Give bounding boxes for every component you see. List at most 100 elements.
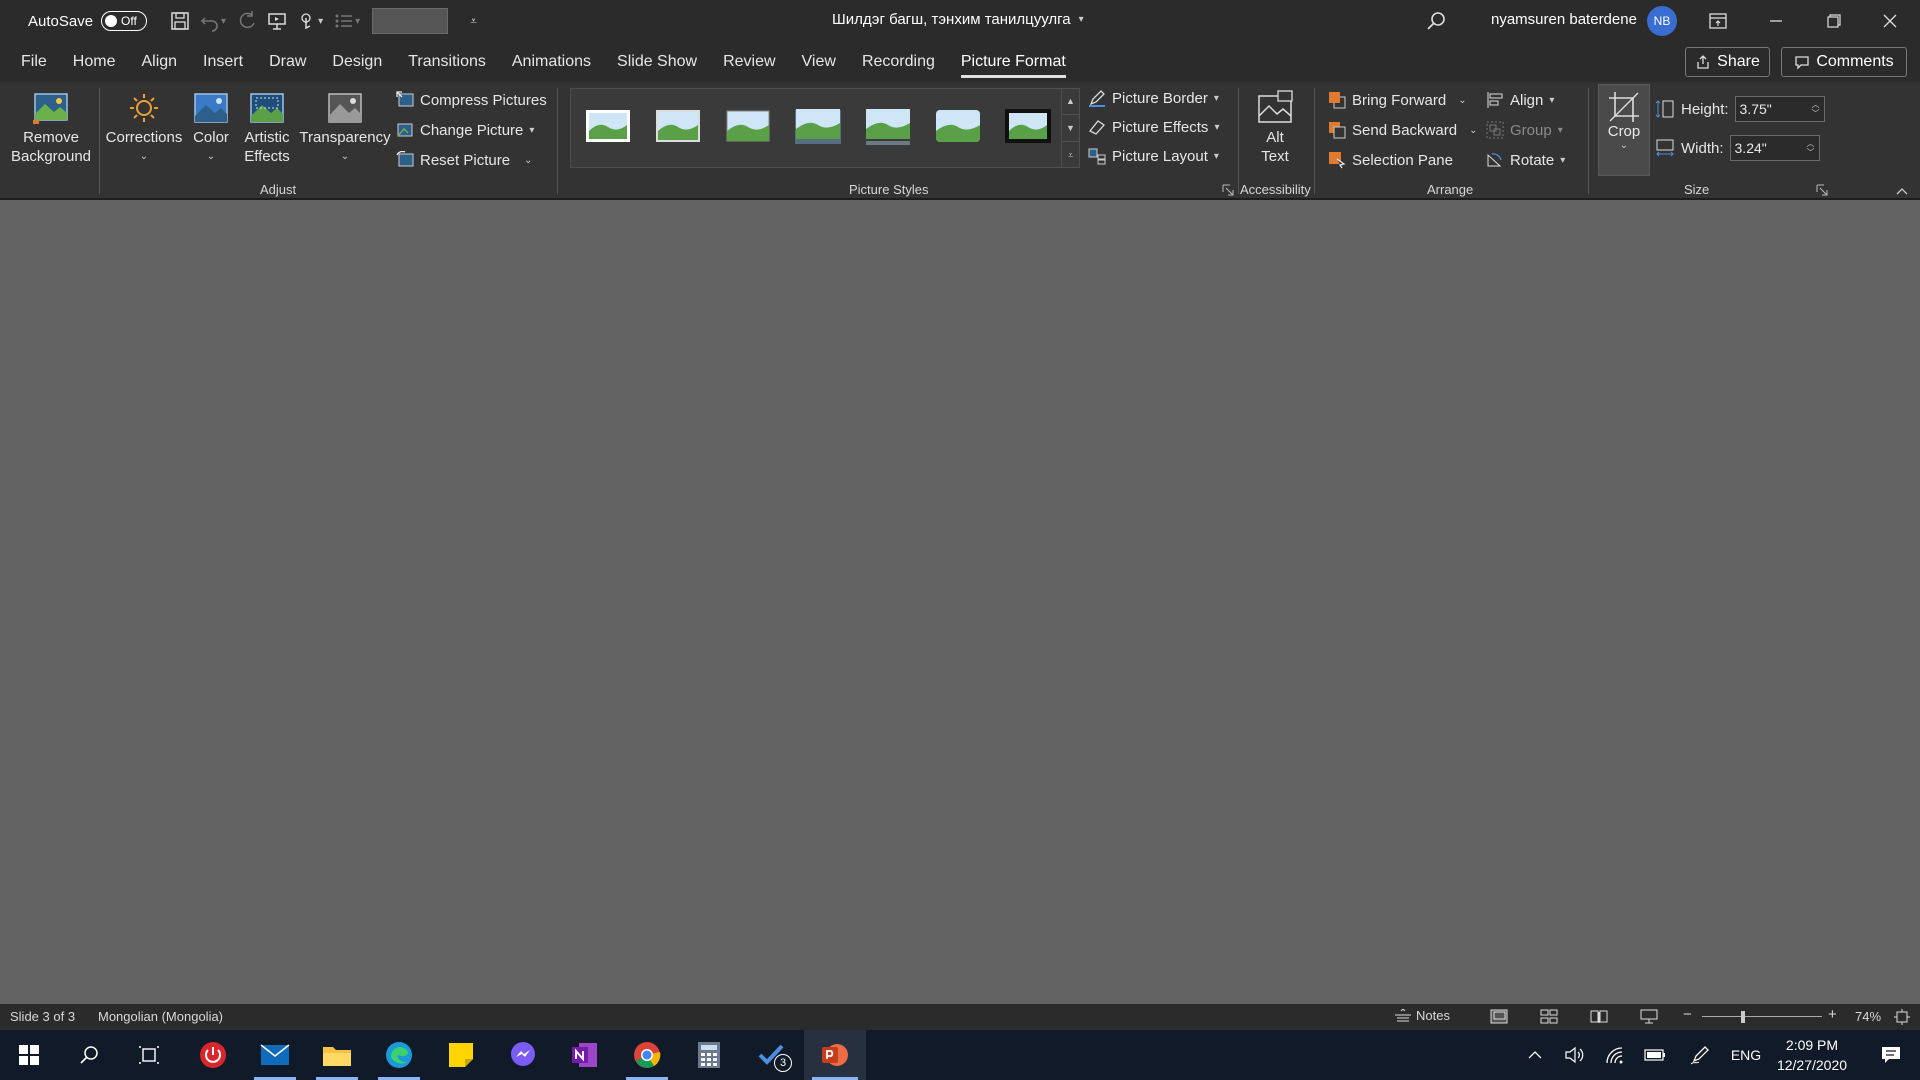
show-hidden-icons[interactable] [1520,1030,1550,1080]
corrections-button[interactable]: Corrections ⌄ [104,90,184,166]
gallery-up-icon[interactable]: ▲ [1062,88,1079,115]
color-button[interactable]: Color ⌄ [186,90,236,166]
battery-button[interactable] [1640,1030,1670,1080]
tab-picture-format[interactable]: Picture Format [948,42,1079,82]
picture-style-2[interactable] [653,105,703,147]
bullets-dropdown-icon[interactable]: ▾ [355,16,360,27]
compress-pictures-button[interactable]: Compress Pictures [396,88,547,112]
rotate-button[interactable]: Rotate ▾ [1486,148,1565,172]
save-icon[interactable] [165,6,195,36]
tab-view[interactable]: View [789,42,849,82]
zoom-slider[interactable] [1702,1016,1822,1017]
document-title[interactable]: Шилдэг багш, тэнхим танилцуулга ▾ [832,11,1084,28]
clock[interactable]: 2:09 PM 12/27/2020 [1770,1035,1854,1075]
fit-to-window-icon[interactable] [1894,1009,1910,1025]
picture-layout-button[interactable]: Picture Layout ▾ [1088,144,1219,168]
picture-border-button[interactable]: Picture Border ▾ [1088,86,1219,110]
size-launcher-icon[interactable] [1816,184,1828,196]
language-status[interactable]: Mongolian (Mongolia) [98,1009,223,1024]
tab-design[interactable]: Design [319,42,395,82]
slide-canvas[interactable] [0,200,1920,1004]
tab-align[interactable]: Align [128,42,190,82]
collapse-ribbon-icon[interactable] [1896,186,1908,196]
task-view-button[interactable] [120,1030,178,1080]
reading-view-icon[interactable] [1590,1009,1608,1024]
picture-style-7[interactable] [1003,105,1053,147]
picture-style-6[interactable] [933,105,983,147]
touch-dropdown-icon[interactable]: ▾ [318,16,323,27]
width-spinner[interactable]: ︿ ﹀ [1807,139,1819,157]
present-icon[interactable] [262,6,292,36]
tab-insert[interactable]: Insert [190,42,256,82]
comments-button[interactable]: Comments [1781,47,1907,77]
height-spinner[interactable]: ︿ ﹀ [1812,100,1824,118]
undo-dropdown-icon[interactable]: ▾ [221,16,226,27]
taskbar-onenote[interactable] [556,1030,614,1080]
taskbar-search-button[interactable] [60,1030,118,1080]
remove-background-button[interactable]: Remove Background [10,90,92,166]
crop-button[interactable]: Crop ⌄ [1598,84,1650,176]
transparency-button[interactable]: Transparency ⌄ [298,90,392,166]
volume-button[interactable] [1560,1030,1590,1080]
align-button[interactable]: Align ▾ [1486,88,1554,112]
taskbar-chrome[interactable] [618,1030,676,1080]
slide-show-icon[interactable] [1640,1009,1658,1024]
picture-styles-gallery[interactable] [570,88,1080,168]
gallery-scroll[interactable]: ▲ ▼ ⩡ [1061,88,1079,168]
tab-draw[interactable]: Draw [256,42,319,82]
taskbar-file-explorer[interactable] [308,1030,366,1080]
notes-button[interactable]: Notes [1394,1008,1450,1023]
group-button[interactable]: Group ▾ [1486,118,1563,142]
input-language[interactable]: ENG [1726,1030,1766,1080]
normal-view-icon[interactable] [1490,1009,1508,1024]
redo-icon[interactable] [232,6,262,36]
restore-icon[interactable] [1806,0,1862,42]
tab-slide-show[interactable]: Slide Show [604,42,710,82]
gallery-more-icon[interactable]: ⩡ [1062,142,1079,168]
picture-effects-button[interactable]: Picture Effects ▾ [1088,115,1219,139]
zoom-in-icon[interactable]: + [1828,1006,1837,1023]
customize-qat-icon[interactable]: ⩡ [470,14,477,29]
width-input[interactable]: 3.24" ︿ ﹀ [1729,135,1820,161]
start-button[interactable] [0,1030,58,1080]
close-icon[interactable] [1862,0,1918,42]
format-picture-launcher-icon[interactable] [1222,184,1234,196]
change-picture-button[interactable]: Change Picture ▾ [396,118,534,142]
network-button[interactable] [1600,1030,1630,1080]
taskbar-sticky-notes[interactable] [432,1030,490,1080]
picture-style-3[interactable] [723,105,773,147]
tab-home[interactable]: Home [60,42,129,82]
height-input[interactable]: 3.75" ︿ ﹀ [1734,96,1825,122]
send-backward-button[interactable]: Send Backward ⌄ [1328,118,1477,142]
tab-transitions[interactable]: Transitions [395,42,499,82]
taskbar-power-app[interactable] [184,1030,242,1080]
zoom-level[interactable]: 74% [1855,1009,1881,1024]
alt-text-button[interactable]: Alt Text [1248,90,1302,166]
tab-file[interactable]: File [8,42,60,82]
selection-pane-button[interactable]: Selection Pane [1328,148,1453,172]
share-button[interactable]: Share [1685,47,1770,77]
taskbar-mail-app[interactable] [246,1030,304,1080]
zoom-slider-thumb[interactable] [1741,1011,1745,1023]
pen-workspace-button[interactable] [1685,1030,1715,1080]
user-name[interactable]: nyamsuren baterdene [1491,11,1637,28]
tab-animations[interactable]: Animations [499,42,604,82]
reset-picture-button[interactable]: Reset Picture ⌄ [396,148,532,172]
taskbar-powerpoint[interactable] [804,1030,866,1080]
tab-review[interactable]: Review [710,42,788,82]
slide-info[interactable]: Slide 3 of 3 [10,1009,75,1024]
action-center-button[interactable] [1866,1030,1916,1080]
artistic-effects-button[interactable]: Artistic Effects [236,90,298,166]
avatar[interactable]: NB [1647,6,1677,36]
font-size-combo[interactable] [372,8,449,34]
taskbar-messenger[interactable] [494,1030,552,1080]
ribbon-display-options-icon[interactable] [1690,0,1746,42]
minimize-icon[interactable] [1748,0,1804,42]
tab-recording[interactable]: Recording [849,42,948,82]
bring-forward-button[interactable]: Bring Forward ⌄ [1328,88,1467,112]
picture-style-4[interactable] [793,105,843,147]
slide-sorter-icon[interactable] [1540,1009,1558,1024]
gallery-down-icon[interactable]: ▼ [1062,115,1079,142]
taskbar-calculator[interactable] [680,1030,738,1080]
autosave-toggle[interactable]: Off [101,11,148,31]
